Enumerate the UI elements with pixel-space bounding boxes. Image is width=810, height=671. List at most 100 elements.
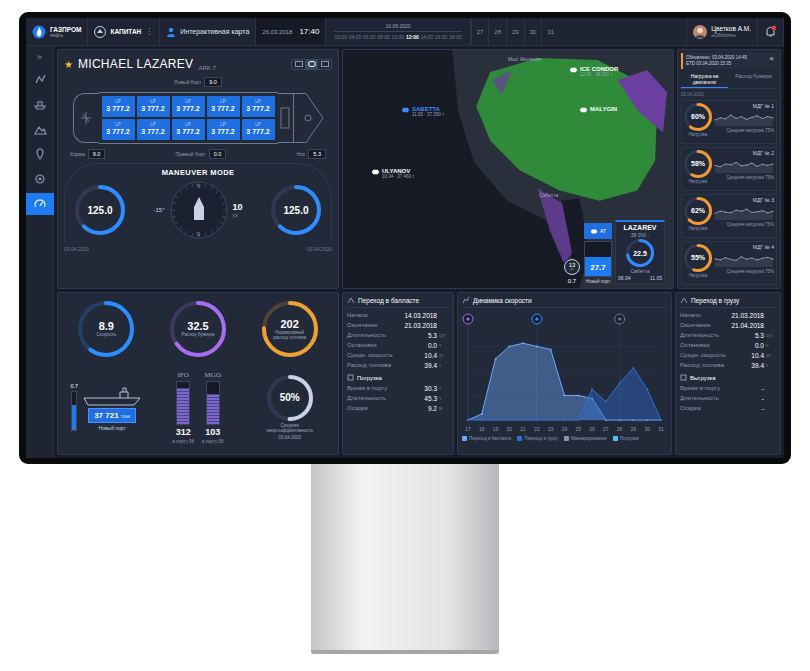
engine-value: 125.0 bbox=[87, 205, 112, 216]
logo-title: ГАЗПРОМ bbox=[50, 26, 81, 33]
engine-load: 55% bbox=[684, 244, 712, 272]
row-label: Средн. скорость bbox=[347, 352, 424, 358]
tank-tag: LP bbox=[150, 123, 156, 128]
tank-cell[interactable]: LP3 777.2 bbox=[172, 119, 205, 140]
interactive-map[interactable]: Мыс ЖеланияСабеттаICE CONDOR12.40 · 38 2… bbox=[342, 49, 674, 289]
tank-cell[interactable]: LP3 777.2 bbox=[102, 96, 135, 117]
sidebar-item[interactable] bbox=[26, 118, 54, 140]
engine-card[interactable]: 60%НагрузкаМДГ № 1Средняя нагрузка 75% bbox=[681, 100, 777, 144]
timeline-tick[interactable]: 02:00 bbox=[334, 34, 347, 40]
day-cell[interactable]: 30 bbox=[524, 18, 542, 45]
sidebar-toggle[interactable]: » bbox=[37, 50, 42, 65]
app-menu[interactable]: ⋮ bbox=[145, 27, 153, 36]
tank-cell[interactable]: LP3 777.2 bbox=[207, 119, 240, 140]
day-cell[interactable]: 31 bbox=[541, 18, 559, 45]
chart-header: Динамика скорости bbox=[462, 296, 667, 308]
sidebar-item[interactable] bbox=[26, 193, 54, 215]
engine-tab[interactable]: Нагрузка на двигатели bbox=[681, 72, 728, 88]
legend-item[interactable]: Погрузка bbox=[613, 436, 639, 441]
side-fill bbox=[72, 405, 76, 430]
timeline-tick[interactable]: 18:00 bbox=[449, 34, 462, 40]
sidebar-item[interactable] bbox=[26, 143, 54, 165]
engine-tab[interactable]: Расход бункера bbox=[730, 72, 777, 88]
row-value: 10.4 bbox=[751, 352, 764, 359]
notice-text: Обновлено: 03.04.2020 14:45ETD 03.04.202… bbox=[686, 55, 747, 67]
notifications-button[interactable] bbox=[758, 18, 784, 45]
x-tick: 18 bbox=[478, 426, 486, 432]
ship-marker-info: 10.34 · 37 460 т bbox=[382, 174, 414, 179]
engine-card[interactable]: 55%НагрузкаМДГ № 4Средняя нагрузка 75% bbox=[681, 241, 777, 285]
legend-item[interactable]: Переход в грузу bbox=[517, 436, 557, 441]
engine-gauge-center: 125.0 bbox=[271, 185, 321, 235]
timeline[interactable]: 10.09.202002:0004:0006:0008:0010:0012:00… bbox=[326, 18, 470, 45]
date-picker[interactable]: 26.03.201817:40 bbox=[256, 18, 326, 45]
close-button[interactable]: × bbox=[769, 55, 774, 63]
engine-card[interactable]: 62%НагрузкаМДГ № 3Средняя нагрузка 75% bbox=[681, 194, 777, 238]
logo[interactable]: ГАЗПРОМнефть bbox=[26, 18, 88, 45]
vessel-dates: 06.0411.05 bbox=[618, 275, 662, 281]
app-name[interactable]: КАПИТАН⋮ bbox=[88, 18, 160, 45]
day-cell[interactable]: 27 bbox=[471, 18, 489, 45]
row-value: 10.4 bbox=[424, 352, 437, 359]
favorite-star[interactable]: ★ bbox=[64, 59, 73, 70]
vessel-card[interactable]: LAZAREV38 000 -22.5Сабетта06.0411.05 bbox=[615, 220, 665, 284]
metric-gauge-center: 202Нормативный расход топлива bbox=[262, 301, 318, 357]
timeline-tick[interactable]: 14:00 bbox=[420, 34, 433, 40]
sparkline bbox=[714, 110, 774, 127]
engine-gauge-track bbox=[77, 187, 123, 233]
user-profile[interactable]: Цветков А.М.«Offshore» bbox=[686, 18, 758, 45]
engine-load-track bbox=[686, 151, 711, 176]
timeline-tick[interactable]: 10:00 bbox=[392, 34, 405, 40]
speed-readout: 10уз bbox=[233, 202, 243, 218]
fuel-label: IFO bbox=[178, 371, 189, 379]
spark-point bbox=[714, 165, 715, 166]
series-area bbox=[468, 343, 661, 420]
day-cell[interactable]: 28 bbox=[488, 18, 506, 45]
view-button[interactable] bbox=[305, 60, 318, 69]
timeline-tick[interactable]: 06:00 bbox=[363, 34, 376, 40]
legend-item[interactable]: Маневрирование bbox=[564, 436, 607, 441]
tank-cell[interactable]: LP3 777.2 bbox=[102, 119, 135, 140]
ship-marker[interactable]: ULYANOV10.34 · 37 460 т bbox=[371, 168, 414, 179]
table-row: Время в порту- bbox=[680, 383, 776, 393]
table-header: Переход в балласте bbox=[347, 296, 449, 308]
ship-marker[interactable]: SABETTA11.00 · 37 250 т bbox=[401, 106, 444, 117]
legend-swatch bbox=[462, 436, 467, 441]
tank-cell[interactable]: LP3 777.2 bbox=[242, 119, 275, 140]
top-row: ★MICHAEL LAZAREVARK 7Левый борт9.0LP3 77… bbox=[57, 49, 781, 289]
timeline-tick[interactable]: 04:00 bbox=[349, 34, 362, 40]
tank-cell[interactable]: LP3 777.2 bbox=[207, 96, 240, 117]
sidebar-item[interactable] bbox=[26, 68, 54, 90]
ship-marker[interactable]: MALYGIN bbox=[579, 106, 617, 114]
row-label: Время в порту bbox=[680, 385, 762, 391]
row-label: Остановки bbox=[680, 342, 755, 348]
spark-point bbox=[746, 118, 747, 119]
engine-card[interactable]: 58%НагрузкаМДГ № 2Средняя нагрузка 75% bbox=[681, 147, 777, 191]
view-button[interactable] bbox=[318, 60, 331, 69]
route-icon bbox=[680, 296, 688, 304]
section-link[interactable]: Интерактивная карта bbox=[160, 18, 256, 45]
sidebar-item[interactable] bbox=[26, 93, 54, 115]
timeline-tick[interactable]: 12:00 bbox=[406, 34, 419, 40]
dashboard-screen: ГАЗПРОМнефтьКАПИТАН⋮Интерактивная карта2… bbox=[26, 18, 784, 458]
tank-cell[interactable]: LP3 777.2 bbox=[242, 96, 275, 117]
row-value: 5.3 bbox=[755, 332, 764, 339]
timeline-tick[interactable]: 16:00 bbox=[435, 34, 448, 40]
series-line bbox=[468, 343, 661, 420]
vessel-tab[interactable]: AT bbox=[584, 223, 612, 239]
engine-trend: МДГ № 2Средняя нагрузка 75% bbox=[715, 150, 774, 188]
timeline-tick[interactable]: 08:00 bbox=[377, 34, 390, 40]
tank-cell[interactable]: LP3 777.2 bbox=[137, 96, 170, 117]
ship-footer: 03.04.202003.04.2020 bbox=[64, 246, 332, 252]
tank-cell[interactable]: LP3 777.2 bbox=[137, 119, 170, 140]
legend-item[interactable]: Переход в балласте bbox=[462, 436, 511, 441]
ship-marker[interactable]: ICE CONDOR12.40 · 38 250 т bbox=[569, 66, 618, 77]
sidebar-item[interactable] bbox=[26, 168, 54, 190]
tank-cell[interactable]: LP3 777.2 bbox=[172, 96, 205, 117]
vessel-speed-track bbox=[628, 241, 653, 266]
day-cell[interactable]: 29 bbox=[506, 18, 524, 45]
metric-gauge: 8.9Скорость bbox=[78, 301, 134, 357]
efficiency-gauge-fill bbox=[269, 377, 311, 419]
ship-marker-info: 11.00 · 37 250 т bbox=[412, 112, 444, 117]
view-button[interactable] bbox=[292, 60, 305, 69]
